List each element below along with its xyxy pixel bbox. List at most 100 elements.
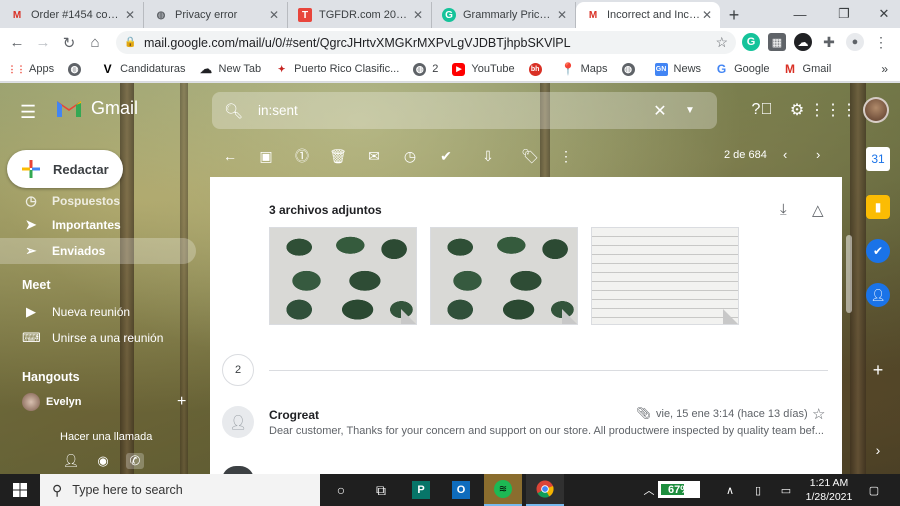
hangouts-user[interactable]: Evelyn bbox=[22, 393, 81, 411]
device-icon[interactable]: ▯ bbox=[748, 474, 768, 506]
lock-icon[interactable]: 🔒 bbox=[124, 37, 136, 48]
kebab-menu-icon[interactable]: ⋮ bbox=[872, 33, 890, 51]
forward-arrow-icon[interactable]: → bbox=[30, 30, 56, 56]
bookmark-2[interactable]: ◍ 2 bbox=[413, 62, 438, 76]
google-apps-icon[interactable]: ⋮⋮⋮ bbox=[809, 99, 857, 121]
back-arrow-icon[interactable]: ← bbox=[4, 30, 30, 56]
puzzle-extensions-icon[interactable]: ✚ bbox=[820, 33, 838, 51]
bookmark-youtube[interactable]: ▶ YouTube bbox=[452, 62, 515, 76]
bookmark-google[interactable]: G Google bbox=[715, 62, 770, 76]
calendar-icon[interactable]: 31 bbox=[866, 147, 890, 171]
close-tab-icon[interactable]: ✕ bbox=[267, 8, 281, 22]
bookmark-puerto-rico[interactable]: ✦ Puerto Rico Clasific... bbox=[275, 63, 399, 76]
nav-item-importantes[interactable]: ➤ Importantes bbox=[0, 212, 196, 238]
outlook-icon[interactable]: O bbox=[442, 474, 480, 506]
phone-icon[interactable]: ✆ bbox=[126, 453, 144, 469]
cloud-extension-icon[interactable]: ☁ bbox=[794, 33, 812, 51]
contacts-person-icon[interactable]: 👤︎ bbox=[62, 453, 80, 469]
search-options-icon[interactable]: ▼ bbox=[675, 105, 705, 116]
attachment-thumbnail-1[interactable] bbox=[269, 227, 417, 325]
browser-tab-1[interactable]: M Order #1454 confirm ✕ bbox=[0, 2, 144, 28]
gmail-logo[interactable]: Gmail bbox=[55, 97, 138, 119]
message-sender[interactable]: Crogreat bbox=[269, 408, 319, 422]
browser-tab-3[interactable]: T TGFDR.com 2020 Re ✕ bbox=[288, 2, 432, 28]
more-actions-icon[interactable]: ⋮ bbox=[548, 148, 584, 165]
mail-search-bar[interactable]: 🔍︎ in:sent ✕ ▼ bbox=[212, 92, 717, 129]
bookmark-star-icon[interactable]: ☆ bbox=[715, 34, 728, 51]
bookmarks-overflow-icon[interactable]: » bbox=[881, 62, 888, 76]
snooze-icon[interactable]: ◷ bbox=[392, 148, 428, 165]
browser-tab-4[interactable]: G Grammarly Prices an ✕ bbox=[432, 2, 576, 28]
taskbar-clock[interactable]: 1:21 AM 1/28/2021 bbox=[796, 476, 862, 504]
network-icon[interactable]: ▭ bbox=[776, 474, 796, 506]
back-to-list-icon[interactable]: ← bbox=[212, 148, 248, 164]
windows-start-icon[interactable] bbox=[0, 474, 40, 506]
settings-gear-icon[interactable]: ⚙ bbox=[786, 99, 808, 121]
bookmark-news[interactable]: GN News bbox=[654, 62, 701, 76]
grammarly-extension-icon[interactable]: G bbox=[742, 33, 760, 51]
add-hangout-icon[interactable]: + bbox=[177, 393, 186, 411]
close-tab-icon[interactable]: ✕ bbox=[555, 8, 569, 22]
home-icon[interactable]: ⌂ bbox=[82, 30, 108, 56]
url-text[interactable]: mail.google.com/mail/u/0/#sent/QgrcJHrtv… bbox=[144, 36, 715, 50]
browser-tab-2[interactable]: ◍ Privacy error ✕ bbox=[144, 2, 288, 28]
download-all-icon[interactable]: ⤓ bbox=[780, 201, 787, 218]
mark-unread-icon[interactable]: ✉ bbox=[356, 148, 392, 165]
move-to-icon[interactable]: ⇩ bbox=[464, 148, 512, 165]
bookmark-globe[interactable]: ◍ bbox=[68, 62, 87, 76]
publisher-icon[interactable]: P bbox=[402, 474, 440, 506]
main-menu-icon[interactable]: ☰ bbox=[20, 102, 36, 123]
expand-panel-chevron-icon[interactable]: › bbox=[866, 438, 890, 462]
account-avatar[interactable] bbox=[863, 97, 889, 123]
nav-item-pospuestos[interactable]: ◷ Pospuestos bbox=[0, 195, 196, 207]
older-chevron-icon[interactable]: › bbox=[816, 147, 820, 162]
battery-indicator[interactable]: 67% bbox=[658, 481, 700, 498]
new-tab-button[interactable]: + bbox=[720, 2, 748, 28]
tasks-icon[interactable]: ✔ bbox=[866, 239, 890, 263]
clear-search-icon[interactable]: ✕ bbox=[645, 101, 675, 121]
join-meeting-link[interactable]: ⌨ Unirse a una reunión bbox=[0, 325, 196, 351]
close-tab-icon[interactable]: ✕ bbox=[411, 8, 425, 22]
extension-icon[interactable]: ▦ bbox=[768, 33, 786, 51]
label-icon[interactable]: 🏷︎ bbox=[512, 148, 548, 165]
bookmark-bh[interactable]: bh bbox=[528, 62, 548, 76]
minimize-icon[interactable]: — bbox=[780, 0, 820, 28]
new-meeting-link[interactable]: ▶︎ Nueva reunión bbox=[0, 299, 196, 325]
collapsed-messages-count[interactable]: 2 bbox=[222, 354, 254, 386]
message-snippet[interactable]: Dear customer, Thanks for your concern a… bbox=[269, 425, 829, 437]
contacts-icon[interactable]: 👤︎ bbox=[866, 283, 890, 307]
star-icon[interactable]: ☆ bbox=[812, 405, 825, 423]
bookmark-candidaturas[interactable]: V Candidaturas bbox=[101, 62, 186, 76]
reading-pane-scrollbar[interactable] bbox=[846, 235, 852, 313]
add-task-icon[interactable]: ✔ bbox=[428, 148, 464, 165]
get-addons-icon[interactable]: + bbox=[866, 358, 890, 382]
restore-icon[interactable]: ❐ bbox=[824, 0, 864, 28]
browser-tab-5-active[interactable]: M Incorrect and Incom ✕ bbox=[576, 2, 720, 28]
attachment-thumbnail-3[interactable] bbox=[591, 227, 739, 325]
taskbar-search-box[interactable]: ⚲ Type here to search bbox=[40, 474, 320, 506]
attachment-thumbnail-2[interactable] bbox=[430, 227, 578, 325]
reload-icon[interactable]: ↻ bbox=[56, 30, 82, 56]
delete-icon[interactable]: 🗑︎ bbox=[320, 148, 356, 165]
search-input[interactable]: in:sent bbox=[258, 103, 645, 118]
bookmark-maps[interactable]: 📍 Maps bbox=[561, 62, 608, 76]
spotify-icon[interactable]: ≋ bbox=[484, 474, 522, 506]
task-view-icon[interactable]: ⧉ bbox=[362, 474, 400, 506]
chrome-icon[interactable] bbox=[526, 474, 564, 506]
bookmark-new-tab[interactable]: ☁ New Tab bbox=[200, 62, 261, 76]
save-to-drive-icon[interactable]: △ bbox=[812, 201, 824, 219]
close-tab-icon[interactable]: ✕ bbox=[700, 8, 714, 22]
bookmark-gmail[interactable]: M Gmail bbox=[784, 62, 831, 76]
help-icon[interactable]: ?⃝ bbox=[751, 99, 773, 121]
archive-icon[interactable]: ▣ bbox=[248, 148, 284, 165]
chat-bubble-icon[interactable]: ◉ bbox=[94, 453, 112, 469]
profile-icon[interactable]: ● bbox=[846, 33, 864, 51]
compose-button[interactable]: Redactar bbox=[7, 150, 123, 188]
keep-icon[interactable]: ▮ bbox=[866, 195, 890, 219]
bookmark-globe-2[interactable]: ◍ bbox=[621, 62, 641, 76]
newer-chevron-icon[interactable]: ‹ bbox=[783, 147, 787, 162]
report-spam-icon[interactable]: ⓵ bbox=[284, 146, 320, 166]
show-hidden-icons-chevron-icon[interactable]: ∧ bbox=[720, 474, 740, 506]
make-call-link[interactable]: Hacer una llamada bbox=[60, 431, 152, 443]
address-bar[interactable]: 🔒 mail.google.com/mail/u/0/#sent/QgrcJHr… bbox=[116, 31, 736, 54]
